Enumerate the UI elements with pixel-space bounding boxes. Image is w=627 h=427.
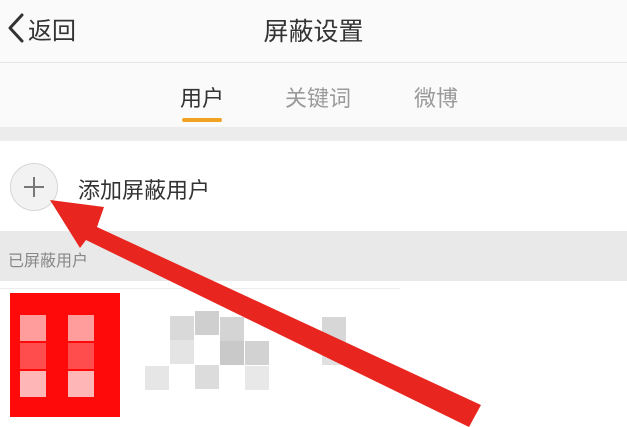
add-blocked-user-label: 添加屏蔽用户 [78,179,211,204]
page-title: 屏蔽设置 [263,17,364,46]
active-tab-indicator [182,118,222,122]
blurred-username[interactable] [145,311,350,397]
top-nav-bar: 返回 屏蔽设置 [0,0,627,63]
list-item[interactable] [0,281,627,427]
add-blocked-user-button[interactable]: 添加屏蔽用户 [0,141,627,231]
avatar[interactable] [10,293,120,417]
divider [0,288,400,289]
plus-icon[interactable] [10,163,58,211]
tab-keywords[interactable]: 关键词 [285,81,351,113]
section-divider [0,127,627,141]
tab-bar: 用户 关键词 微博 [0,63,627,127]
tab-users[interactable]: 用户 [180,81,224,113]
tab-weibo[interactable]: 微博 [414,81,458,113]
section-title: 已屏蔽用户 [8,251,89,270]
blocked-users-section-header: 已屏蔽用户 [0,231,627,281]
